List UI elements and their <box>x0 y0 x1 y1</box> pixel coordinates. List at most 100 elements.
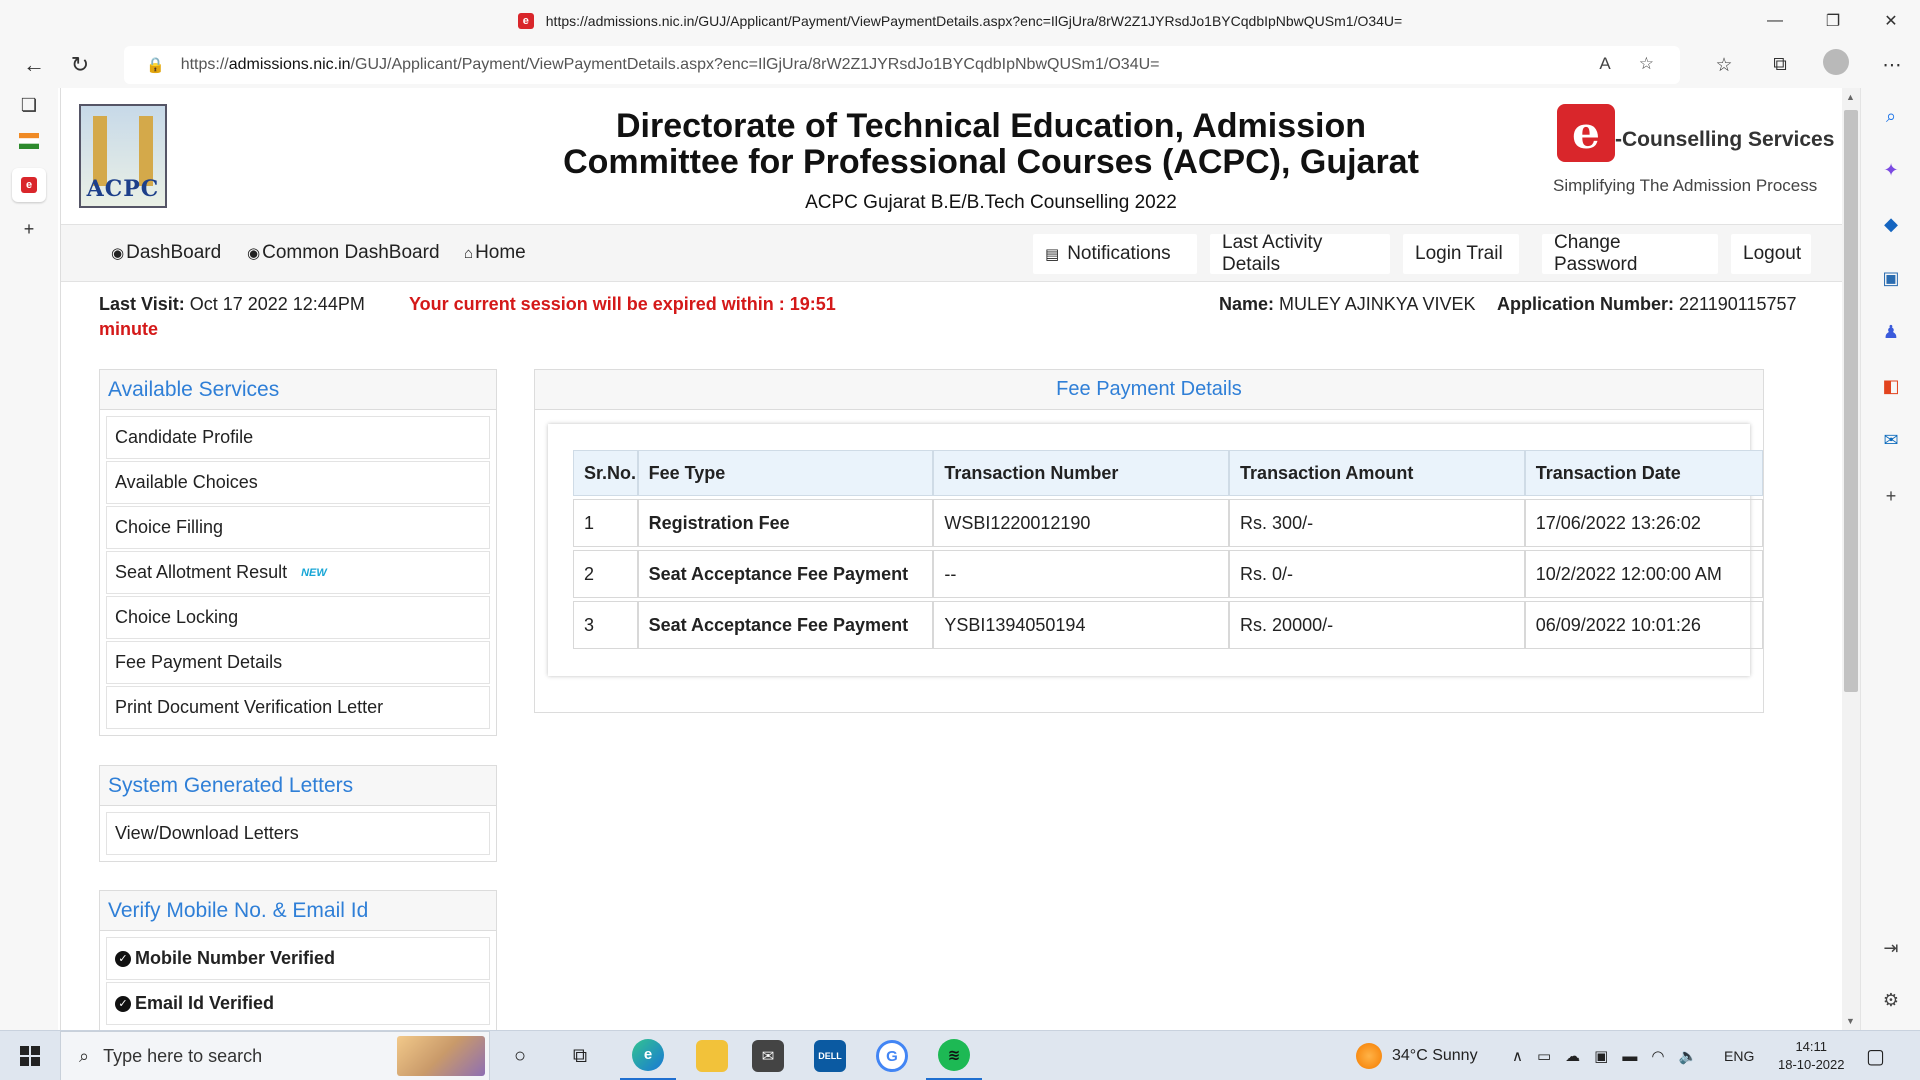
service-fee-payment-details[interactable]: Fee Payment Details <box>106 641 490 684</box>
scroll-up-icon[interactable]: ▲ <box>1846 92 1855 102</box>
search-icon: ⌕ <box>79 1045 90 1066</box>
profile-icon[interactable] <box>1808 49 1864 81</box>
new-badge-icon: NEW <box>301 566 327 579</box>
tools-icon[interactable]: ▣ <box>1879 266 1903 290</box>
col-transaction-amount: Transaction Amount <box>1229 450 1525 496</box>
service-available-choices[interactable]: Available Choices <box>106 461 490 504</box>
edge-icon: e <box>632 1038 664 1071</box>
available-services-panel: Available Services Candidate Profile Ava… <box>99 369 497 736</box>
check-circle-icon: ✓ <box>115 995 131 1012</box>
favorites-icon[interactable]: ☆ <box>1696 54 1752 77</box>
address-bar[interactable]: 🔒 https://admissions.nic.in/GUJ/Applican… <box>124 46 1680 84</box>
logout-button[interactable]: Logout <box>1731 234 1811 274</box>
office-icon[interactable]: ◧ <box>1879 374 1903 398</box>
onedrive-icon[interactable]: ☁ <box>1565 1047 1580 1065</box>
search-highlight-image <box>397 1036 485 1076</box>
service-seat-allotment-result[interactable]: Seat Allotment Result NEW <box>106 551 490 594</box>
collections-icon[interactable]: ⧉ <box>1752 54 1808 76</box>
taskbar-spotify[interactable]: ≋ <box>926 1031 982 1080</box>
cortana-icon[interactable]: ○ <box>500 1031 540 1080</box>
available-services-title: Available Services <box>100 370 496 410</box>
window-titlebar: e https://admissions.nic.in/GUJ/Applican… <box>0 0 1920 42</box>
settings-gear-icon[interactable]: ⚙ <box>1879 988 1903 1012</box>
chrome-icon: G <box>876 1040 908 1072</box>
taskbar-dell[interactable]: DELL <box>802 1031 858 1080</box>
notification-center-icon[interactable]: ▢ <box>1866 1031 1885 1080</box>
new-tab-icon[interactable]: + <box>12 212 46 246</box>
taskbar-search-input[interactable]: ⌕ Type here to search <box>60 1031 490 1080</box>
sidebar-panel-icon[interactable]: ⇥ <box>1879 936 1903 960</box>
tab-india-flag-icon[interactable] <box>12 124 46 158</box>
service-candidate-profile[interactable]: Candidate Profile <box>106 416 490 459</box>
weather-widget[interactable]: 34°C Sunny <box>1356 1031 1478 1080</box>
taskbar-explorer[interactable] <box>684 1031 740 1080</box>
table-row: 1 Registration Fee WSBI1220012190 Rs. 30… <box>573 499 1763 547</box>
page-scrollbar[interactable]: ▲ ▼ <box>1842 88 1860 1030</box>
battery-icon[interactable]: ▬ <box>1622 1048 1637 1065</box>
notifications-button[interactable]: ▤ Notifications <box>1033 234 1197 274</box>
view-download-letters[interactable]: View/Download Letters <box>106 812 490 855</box>
lock-icon: 🔒 <box>146 57 165 74</box>
nav-home[interactable]: ⌂ Home <box>464 225 526 281</box>
folder-icon <box>696 1040 728 1072</box>
nav-dashboard[interactable]: ◉ DashBoard <box>111 225 221 281</box>
windows-start-icon[interactable] <box>10 1031 50 1080</box>
table-row: 2 Seat Acceptance Fee Payment -- Rs. 0/-… <box>573 550 1763 598</box>
language-indicator[interactable]: ENG <box>1724 1031 1754 1080</box>
tab-ecounselling-icon[interactable]: e <box>12 168 46 202</box>
taskbar-chrome[interactable]: G <box>864 1031 920 1080</box>
refresh-icon[interactable]: ↻ <box>60 45 100 85</box>
system-letters-panel: System Generated Letters View/Download L… <box>99 765 497 862</box>
change-password-button[interactable]: Change Password <box>1542 232 1718 275</box>
url-prefix: https:// <box>180 56 229 73</box>
more-menu-icon[interactable]: ⋯ <box>1864 54 1920 77</box>
wifi-icon[interactable]: ◠ <box>1651 1047 1664 1065</box>
login-trail-button[interactable]: Login Trail <box>1403 234 1519 274</box>
browser-toolbar: ← ↻ 🔒 https://admissions.nic.in/GUJ/Appl… <box>0 42 1920 88</box>
add-sidebar-app-icon[interactable]: + <box>1879 484 1903 508</box>
taskbar-mail[interactable]: ✉ <box>740 1031 796 1080</box>
outlook-icon[interactable]: ✉ <box>1879 428 1903 452</box>
service-choice-filling[interactable]: Choice Filling <box>106 506 490 549</box>
read-aloud-icon[interactable]: A <box>1599 54 1610 74</box>
acpc-logo: ACPC <box>79 104 167 208</box>
scroll-down-icon[interactable]: ▼ <box>1846 1016 1855 1026</box>
windows-taskbar: ⌕ Type here to search ○ ⧉ e ✉ DELL G ≋ 3… <box>0 1030 1920 1080</box>
service-choice-locking[interactable]: Choice Locking <box>106 596 490 639</box>
restore-icon[interactable]: ❐ <box>1804 0 1862 42</box>
mail-icon: ✉ <box>752 1040 784 1072</box>
close-icon[interactable]: ✕ <box>1862 0 1920 42</box>
service-print-dv-letter[interactable]: Print Document Verification Letter <box>106 686 490 729</box>
col-srno: Sr.No. <box>573 450 638 496</box>
url-path: /GUJ/Applicant/Payment/ViewPaymentDetail… <box>350 56 1160 73</box>
clock[interactable]: 14:11 18-10-2022 <box>1778 1031 1845 1080</box>
last-visit: Last Visit: Oct 17 2022 12:44PM <box>99 294 365 314</box>
task-view-icon[interactable]: ⧉ <box>560 1031 600 1080</box>
mobile-verified: ✓ Mobile Number Verified <box>106 937 490 980</box>
nav-common-dashboard[interactable]: ◉ Common DashBoard <box>247 225 440 281</box>
home-icon: ⌂ <box>464 244 474 262</box>
last-activity-button[interactable]: Last Activity Details <box>1210 232 1390 275</box>
page-subtitle: ACPC Gujarat B.E/B.Tech Counselling 2022 <box>805 192 1177 213</box>
session-info: Last Visit: Oct 17 2022 12:44PM Your cur… <box>61 282 1842 352</box>
taskbar-edge[interactable]: e <box>620 1031 676 1080</box>
display-icon[interactable]: ▣ <box>1594 1047 1608 1065</box>
meet-icon[interactable]: ▭ <box>1537 1047 1551 1065</box>
verify-contact-panel: Verify Mobile No. & Email Id ✓ Mobile Num… <box>99 890 497 1030</box>
back-icon[interactable]: ← <box>14 45 54 85</box>
tab-actions-icon[interactable]: ❏ <box>12 88 46 122</box>
col-fee-type: Fee Type <box>637 450 934 496</box>
chevron-up-icon[interactable]: ∧ <box>1512 1047 1523 1065</box>
add-favorite-icon[interactable]: ☆ <box>1639 54 1654 74</box>
volume-icon[interactable]: 🔈 <box>1678 1047 1697 1065</box>
search-icon[interactable]: ⌕ <box>1879 104 1903 128</box>
fee-payment-title: Fee Payment Details <box>535 370 1763 410</box>
copilot-icon[interactable]: ✦ <box>1879 158 1903 182</box>
sun-icon <box>1356 1043 1382 1069</box>
table-row: 3 Seat Acceptance Fee Payment YSBI139405… <box>573 601 1763 649</box>
application-number: Application Number: 221190115757 <box>1497 294 1797 314</box>
shopping-tag-icon[interactable]: ◆ <box>1879 212 1903 236</box>
scrollbar-thumb[interactable] <box>1844 110 1858 692</box>
minimize-icon[interactable]: — <box>1746 0 1804 42</box>
games-icon[interactable]: ♟ <box>1879 320 1903 344</box>
